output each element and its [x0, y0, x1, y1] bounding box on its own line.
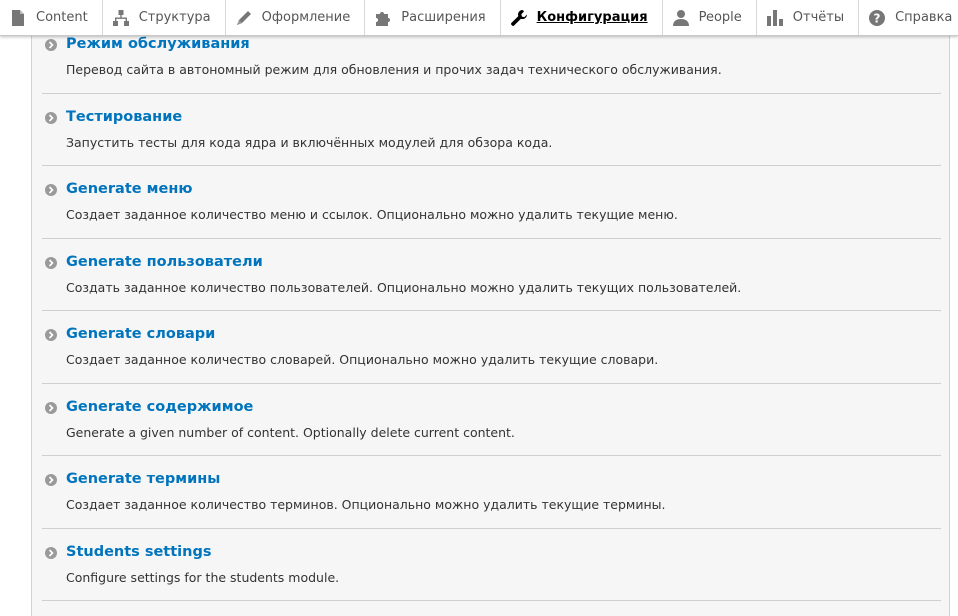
list-item-link[interactable]: Режим обслуживания	[66, 36, 250, 52]
toolbar-tab-label: Расширения	[401, 10, 486, 25]
toolbar-tab-structure[interactable]: Структура	[103, 0, 226, 35]
list-item: Generate пользователи Создать заданное к…	[42, 239, 941, 311]
list-item: Тестирование Запустить тесты для кода яд…	[42, 94, 941, 166]
toolbar-tab-help[interactable]: ? Справка	[859, 0, 958, 35]
chevron-right-icon	[45, 329, 57, 341]
toolbar-tab-label: Отчёты	[792, 10, 845, 25]
person-icon	[672, 9, 690, 27]
toolbar-tab-label: Content	[36, 10, 88, 25]
chevron-right-icon	[45, 111, 57, 124]
list-item-link[interactable]: Тестирование	[66, 109, 182, 125]
chevron-right-icon	[45, 184, 57, 196]
list-item-description: Создает заданное количество словарей. Оп…	[66, 352, 659, 367]
toolbar-tab-people[interactable]: People	[663, 0, 757, 35]
help-icon: ?	[868, 9, 886, 27]
list-item: Generate словари Создает заданное количе…	[42, 311, 941, 384]
sitemap-icon	[112, 9, 130, 27]
toolbar-tab-reports[interactable]: Отчёты	[757, 0, 860, 35]
list-item-link[interactable]: Generate пользователи	[66, 254, 263, 270]
chevron-right-icon	[45, 39, 57, 51]
toolbar-tab-label: Справка	[895, 10, 953, 25]
brush-icon	[235, 9, 253, 27]
list-item-description: Перевод сайта в автономный режим для обн…	[66, 62, 722, 77]
toolbar-tab-configuration[interactable]: Конфигурация	[501, 0, 663, 35]
svg-text:?: ?	[874, 11, 881, 25]
list-item-description: Configure settings for the students modu…	[66, 569, 340, 585]
admin-toolbar: Content Структура Оформление Расширения …	[0, 0, 958, 36]
list-item-description: Запустить тесты для кода ядра и включённ…	[66, 134, 553, 150]
puzzle-icon	[374, 9, 392, 27]
toolbar-tab-label: Оформление	[261, 10, 351, 25]
list-item: Режим обслуживания Перевод сайта в автон…	[42, 36, 941, 94]
list-item-description: Создает заданное количество меню и ссыло…	[66, 207, 678, 222]
list-item-link[interactable]: Generate меню	[66, 181, 192, 197]
configuration-panel: Режим обслуживания Перевод сайта в автон…	[31, 36, 950, 616]
list-item: Students settings Configure settings for…	[42, 529, 941, 601]
list-item: Generate меню Создает заданное количеств…	[42, 166, 941, 239]
list-item-description: Создает заданное количество терминов. Оп…	[66, 497, 666, 512]
chevron-right-icon	[45, 546, 57, 559]
toolbar-tab-appearance[interactable]: Оформление	[226, 0, 366, 35]
list-item-description: Generate a given number of content. Opti…	[66, 424, 515, 440]
list-item-description: Создать заданное количество пользователе…	[66, 279, 742, 295]
toolbar-tab-label: Структура	[138, 10, 211, 25]
admin-list: Режим обслуживания Перевод сайта в автон…	[42, 36, 941, 601]
toolbar-tab-label: People	[698, 10, 742, 25]
list-item-link[interactable]: Generate словари	[66, 326, 215, 342]
wrench-icon	[510, 9, 528, 27]
chevron-right-icon	[45, 401, 57, 414]
list-item-link[interactable]: Students settings	[66, 544, 211, 560]
list-item: Generate содержимое Generate a given num…	[42, 384, 941, 456]
list-item: Generate термины Создает заданное количе…	[42, 456, 941, 529]
toolbar-tab-extend[interactable]: Расширения	[365, 0, 501, 35]
file-icon	[9, 9, 27, 27]
list-item-link[interactable]: Generate содержимое	[66, 399, 253, 415]
chevron-right-icon	[45, 474, 57, 486]
list-item-link[interactable]: Generate термины	[66, 471, 220, 487]
toolbar-tab-content[interactable]: Content	[0, 0, 103, 35]
chevron-right-icon	[45, 256, 57, 269]
bar-chart-icon	[766, 9, 784, 27]
toolbar-tab-label: Конфигурация	[536, 10, 648, 25]
